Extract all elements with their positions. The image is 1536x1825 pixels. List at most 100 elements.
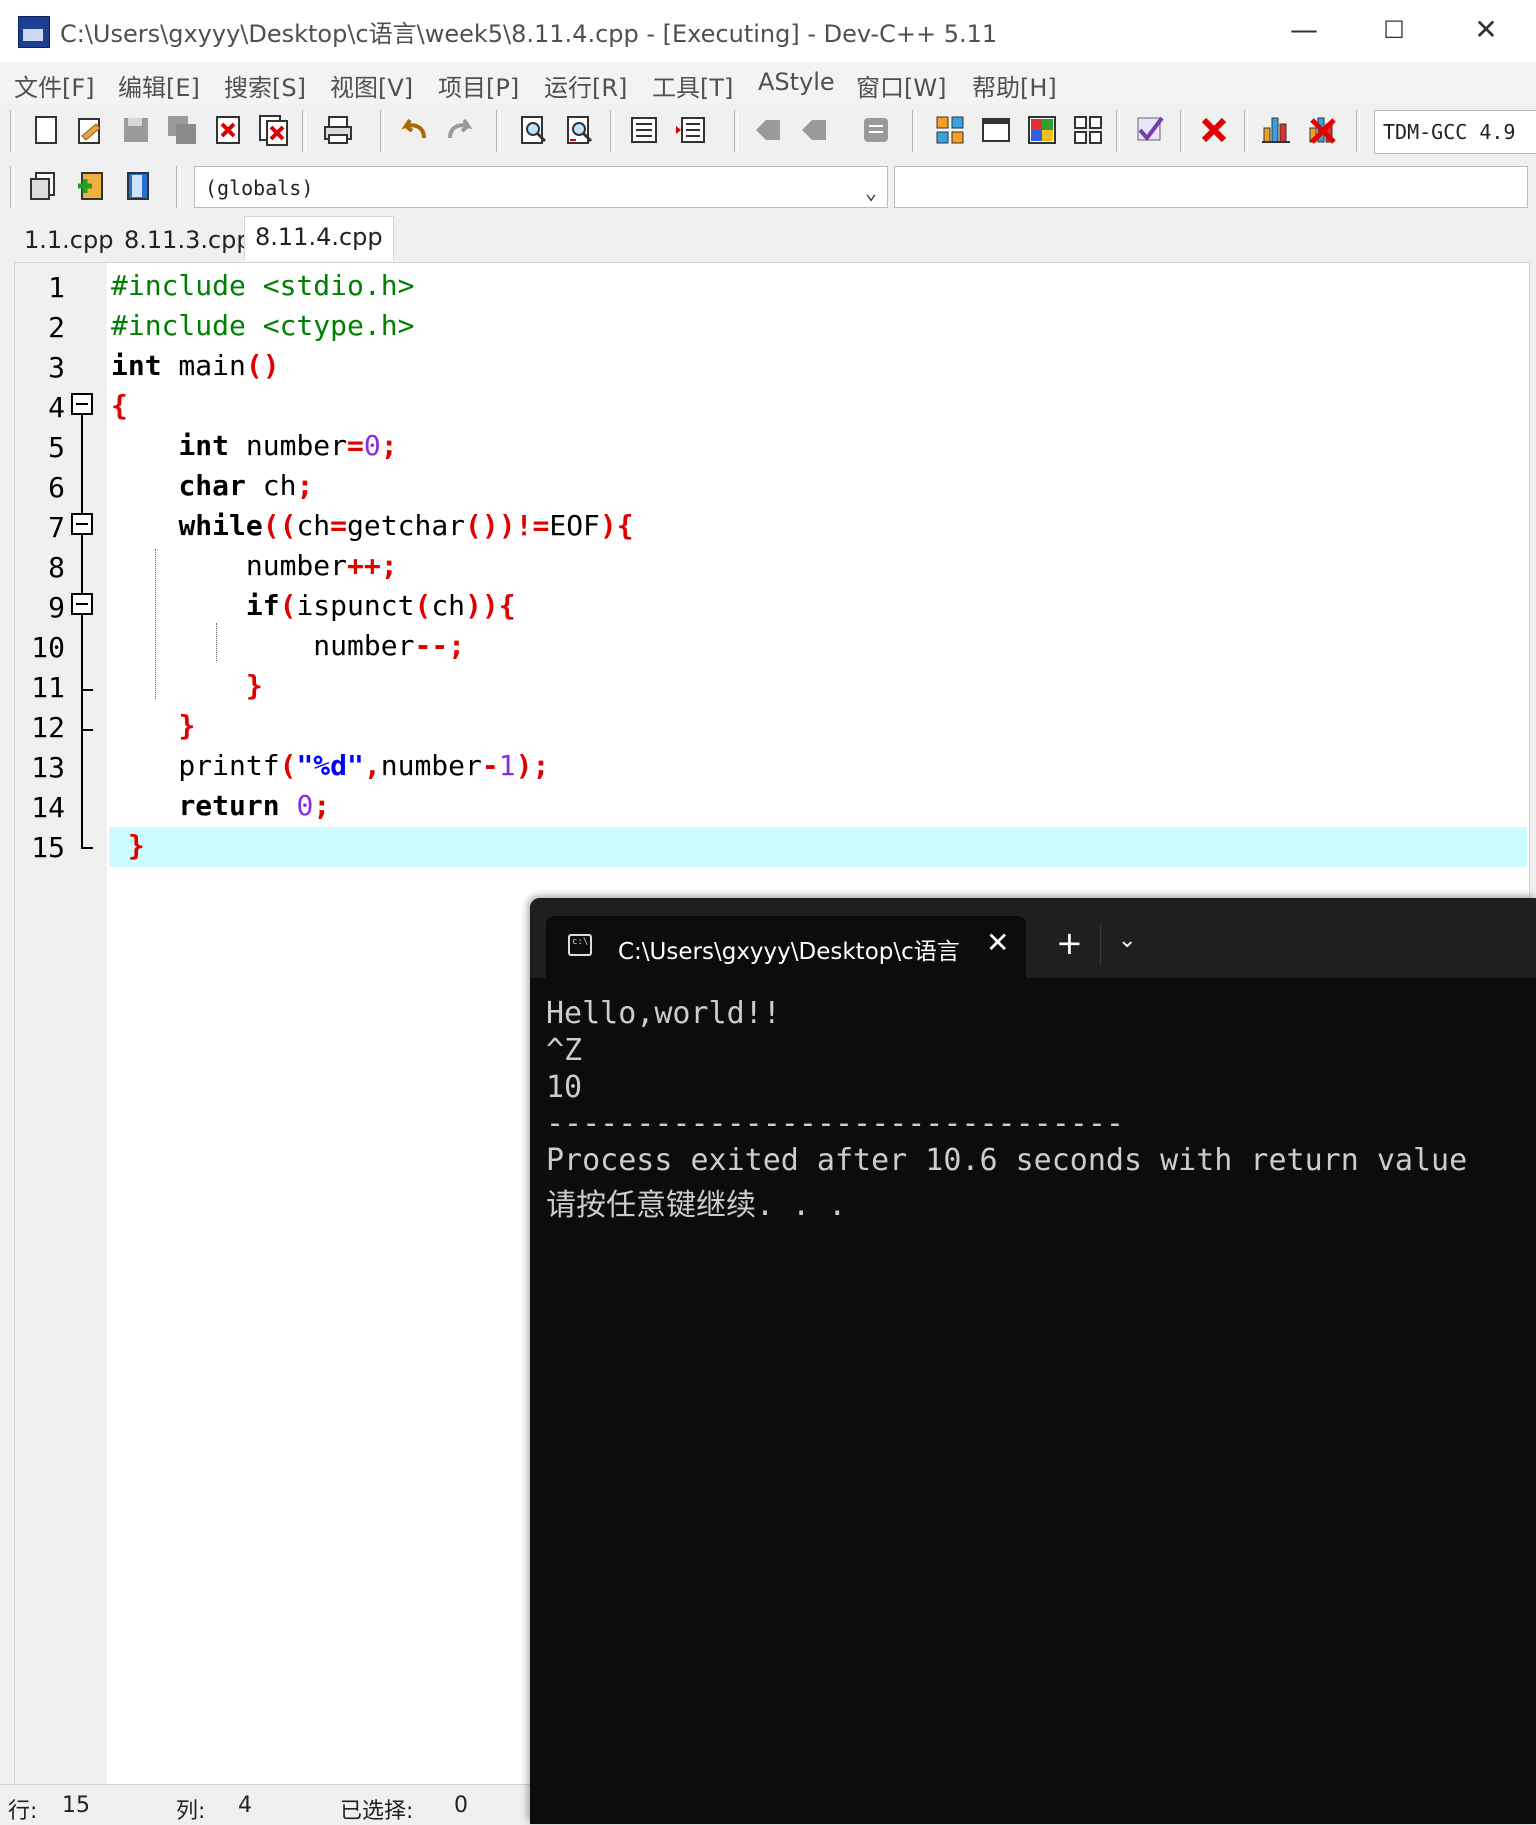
add-to-project-icon[interactable] [74, 170, 106, 202]
line-number: 3 [48, 351, 65, 384]
code-line: printf("%d",number-1); [111, 749, 550, 782]
line-number: 2 [48, 311, 65, 344]
col-value: 4 [238, 1793, 252, 1818]
line-number: 7 [48, 511, 65, 544]
stop-execution-icon[interactable] [1198, 114, 1230, 146]
code-line: number--; [111, 629, 466, 662]
current-line-highlight [109, 827, 1527, 867]
tab-divider [1100, 924, 1101, 966]
syntax-check-icon[interactable] [1134, 114, 1166, 146]
line-number: 11 [31, 671, 65, 704]
comment-icon[interactable] [860, 114, 892, 146]
menu-run[interactable]: 运行[R] [544, 68, 627, 103]
function-combo[interactable] [894, 166, 1528, 208]
menu-astyle[interactable]: AStyle [758, 68, 835, 96]
minimize-button[interactable]: — [1274, 10, 1334, 50]
window-title: C:\Users\gxyyy\Desktop\c语言\week5\8.11.4.… [60, 20, 998, 48]
compile-icon[interactable] [934, 114, 966, 146]
toolbar-separator [1244, 110, 1248, 152]
menu-view[interactable]: 视图[V] [330, 68, 413, 103]
tab-8-11-3-cpp[interactable]: 8.11.3.cpp [114, 220, 262, 260]
project-options-icon[interactable] [122, 170, 154, 202]
code-line: int main() [111, 349, 280, 382]
chevron-down-icon: ⌄ [864, 180, 877, 204]
find-icon[interactable] [518, 114, 550, 146]
code-line: #include <stdio.h> [111, 269, 415, 302]
menu-search[interactable]: 搜索[S] [224, 68, 306, 103]
code-line: return 0; [178, 789, 331, 822]
line-number: 15 [31, 831, 65, 864]
fold-collapse-icon[interactable] [71, 513, 93, 535]
terminal-output-line: ^Z [546, 1033, 583, 1068]
menu-edit[interactable]: 编辑[E] [118, 68, 200, 103]
devcpp-app-icon [18, 16, 50, 48]
toolbar-separator [176, 166, 180, 208]
new-project-icon[interactable] [28, 170, 60, 202]
menu-file[interactable]: 文件[F] [14, 68, 95, 103]
close-button[interactable]: ✕ [1456, 10, 1516, 50]
menu-window[interactable]: 窗口[W] [856, 68, 946, 103]
indent-icon[interactable] [628, 114, 660, 146]
terminal-window[interactable]: C:\Users\gxyyy\Desktop\c语言 ✕ + ⌄ Hello,w… [530, 898, 1536, 1824]
menu-tools[interactable]: 工具[T] [652, 68, 733, 103]
toggle-bookmark-icon[interactable] [752, 114, 784, 146]
line-number: 12 [31, 711, 65, 744]
menu-project[interactable]: 项目[P] [438, 68, 519, 103]
line-number-gutter: 1 2 3 4 5 6 7 8 9 10 11 12 13 14 15 [15, 263, 107, 1785]
terminal-output-line: Hello,world!! [546, 996, 781, 1031]
fold-line [81, 411, 83, 847]
console-icon [568, 934, 592, 956]
title-bar: C:\Users\gxyyy\Desktop\c语言\week5\8.11.4.… [0, 0, 1536, 63]
close-file-icon[interactable] [212, 114, 244, 146]
fold-end-marker [81, 689, 93, 691]
toolbar-separator [734, 110, 738, 152]
save-all-icon[interactable] [166, 114, 198, 146]
terminal-output-line: Process exited after 10.6 seconds with r… [546, 1143, 1468, 1178]
terminal-output-line: 10 [546, 1070, 583, 1105]
toolbar-separator [302, 110, 306, 152]
print-icon[interactable] [322, 114, 354, 146]
col-label: 列: [176, 1799, 206, 1824]
new-file-icon[interactable] [30, 114, 62, 146]
menu-help[interactable]: 帮助[H] [972, 68, 1057, 103]
new-tab-button[interactable]: + [1056, 924, 1083, 962]
chevron-down-icon[interactable]: ⌄ [1118, 928, 1136, 953]
toolbar-separator [10, 166, 14, 208]
tab-8-11-4-cpp[interactable]: 8.11.4.cpp [244, 216, 394, 261]
delete-profile-icon[interactable] [1306, 114, 1338, 146]
toolbar-separator [10, 110, 14, 152]
compile-run-icon[interactable] [1026, 114, 1058, 146]
tab-1-1-cpp[interactable]: 1.1.cpp [14, 220, 123, 260]
fold-collapse-icon[interactable] [71, 393, 93, 415]
line-number: 1 [48, 271, 65, 304]
scope-combo-value: (globals) [205, 176, 314, 200]
goto-bookmark-icon[interactable] [798, 114, 830, 146]
undo-icon[interactable] [398, 114, 430, 146]
line-number: 6 [48, 471, 65, 504]
fold-collapse-icon[interactable] [71, 593, 93, 615]
rebuild-all-icon[interactable] [1072, 114, 1104, 146]
line-number: 10 [31, 631, 65, 664]
toolbar-separator [380, 110, 384, 152]
editor-tab-bar: 1.1.cpp 8.11.3.cpp 8.11.4.cpp [0, 216, 1536, 261]
menu-bar: 文件[F] 编辑[E] 搜索[S] 视图[V] 项目[P] 运行[R] 工具[T… [0, 62, 1536, 104]
class-toolbar: (globals) ⌄ [0, 160, 1536, 217]
redo-icon[interactable] [444, 114, 476, 146]
close-icon[interactable]: ✕ [986, 926, 1009, 959]
maximize-button[interactable]: ☐ [1364, 10, 1424, 50]
terminal-tab[interactable]: C:\Users\gxyyy\Desktop\c语言 ✕ [546, 916, 1026, 978]
toolbar-separator [610, 110, 614, 152]
save-icon[interactable] [120, 114, 152, 146]
unindent-icon[interactable] [674, 114, 706, 146]
line-number: 4 [48, 391, 65, 424]
profile-icon[interactable] [1260, 114, 1292, 146]
run-icon[interactable] [980, 114, 1012, 146]
scope-combo[interactable]: (globals) ⌄ [194, 166, 888, 208]
terminal-output-line: 请按任意键继续. . . [546, 1188, 847, 1223]
close-all-icon[interactable] [258, 114, 290, 146]
code-line: char ch; [178, 469, 314, 502]
open-file-icon[interactable] [74, 114, 106, 146]
code-line: } [178, 709, 196, 742]
compiler-select[interactable]: TDM-GCC 4.9 [1374, 110, 1536, 154]
replace-icon[interactable] [564, 114, 596, 146]
